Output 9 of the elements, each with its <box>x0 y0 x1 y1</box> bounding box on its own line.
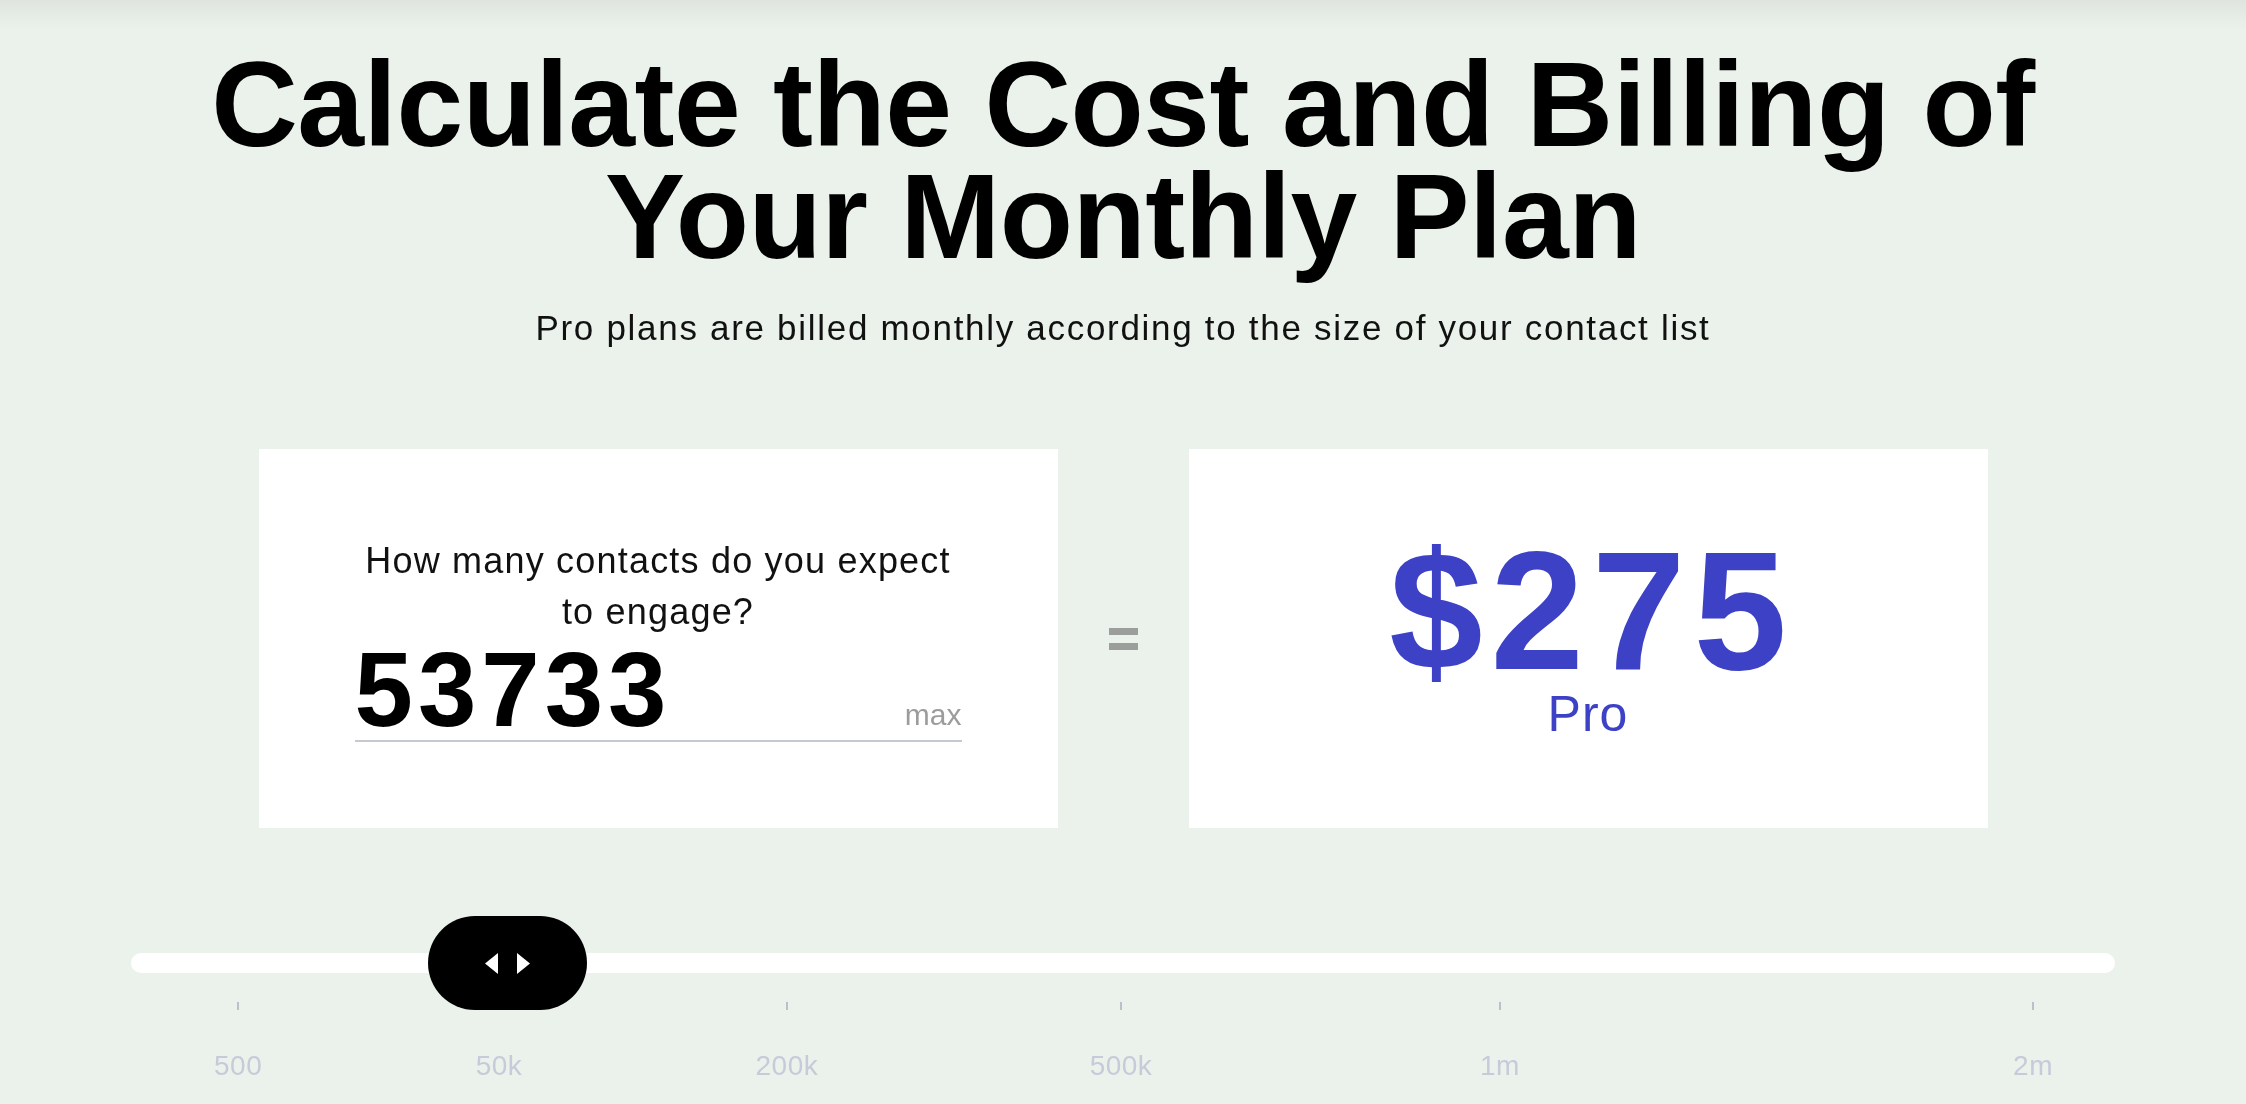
plan-name: Pro <box>1547 685 1629 742</box>
contacts-field[interactable]: 53733 max <box>354 640 962 742</box>
page-title: Calculate the Cost and Billing of Your Monthly Plan <box>210 36 2037 285</box>
page-subtitle: Pro plans are billed monthly according to the size of your contact list <box>535 307 1711 349</box>
contacts-question: How many contacts do you expect to engage? <box>364 539 952 634</box>
equals-icon <box>1108 627 1138 650</box>
price-amount: $275 <box>1388 535 1795 686</box>
left-right-arrows-icon <box>485 952 531 974</box>
slider-track[interactable] <box>131 916 2115 1010</box>
